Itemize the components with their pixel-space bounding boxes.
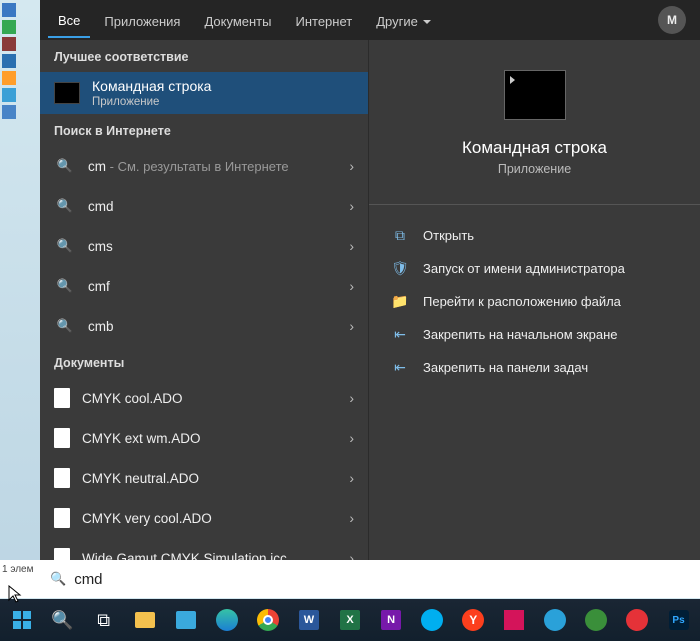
tab-more[interactable]: Другие bbox=[366, 4, 441, 37]
search-icon: 🔍 bbox=[54, 318, 76, 334]
pin-icon: ⇤ bbox=[391, 359, 409, 376]
chevron-right-icon: › bbox=[349, 390, 354, 406]
photoshop-icon[interactable]: Ps bbox=[661, 602, 696, 638]
web-item[interactable]: 🔍 cmb › bbox=[40, 306, 368, 346]
skype-icon[interactable] bbox=[415, 602, 450, 638]
section-best-match: Лучшее соответствие bbox=[40, 40, 368, 72]
tab-documents[interactable]: Документы bbox=[194, 4, 281, 37]
opera-icon[interactable] bbox=[620, 602, 655, 638]
preview-pane: Командная строка Приложение ⧉ Открыть 🛡 … bbox=[368, 40, 700, 560]
action-open[interactable]: ⧉ Открыть bbox=[389, 219, 680, 252]
search-icon: 🔍 bbox=[50, 571, 66, 587]
yandex-icon[interactable]: Y bbox=[456, 602, 491, 638]
word-icon[interactable]: W bbox=[291, 602, 326, 638]
admin-icon: 🛡 bbox=[391, 260, 409, 277]
best-match-item[interactable]: Командная строка Приложение bbox=[40, 72, 368, 114]
file-icon bbox=[54, 548, 70, 560]
section-documents: Документы bbox=[40, 346, 368, 378]
onenote-icon[interactable]: N bbox=[374, 602, 409, 638]
doc-item[interactable]: CMYK neutral.ADO › bbox=[40, 458, 368, 498]
web-item[interactable]: 🔍 cmf › bbox=[40, 266, 368, 306]
web-item[interactable]: 🔍 cm - См. результаты в Интернете › bbox=[40, 146, 368, 186]
search-icon: 🔍 bbox=[54, 278, 76, 294]
chevron-right-icon: › bbox=[349, 470, 354, 486]
preview-title: Командная строка bbox=[389, 138, 680, 158]
file-icon bbox=[54, 468, 70, 488]
pin-icon: ⇤ bbox=[391, 326, 409, 343]
doc-item[interactable]: Wide Gamut CMYK Simulation.icc › bbox=[40, 538, 368, 560]
chevron-right-icon: › bbox=[349, 510, 354, 526]
best-match-sub: Приложение bbox=[92, 96, 211, 108]
search-icon: 🔍 bbox=[54, 238, 76, 254]
taskbar: 🔍 ⧉ W X N Y Ps bbox=[0, 599, 700, 641]
edge-icon[interactable] bbox=[209, 602, 244, 638]
search-icon: 🔍 bbox=[54, 158, 76, 174]
tab-all[interactable]: Все bbox=[48, 3, 90, 38]
divider bbox=[369, 204, 700, 205]
store-icon[interactable] bbox=[168, 602, 203, 638]
action-pin-start[interactable]: ⇤ Закрепить на начальном экране bbox=[389, 318, 680, 351]
chevron-right-icon: › bbox=[349, 238, 354, 254]
tab-internet[interactable]: Интернет bbox=[285, 4, 362, 37]
cmd-icon bbox=[54, 82, 80, 104]
chevron-right-icon: › bbox=[349, 198, 354, 214]
file-icon bbox=[54, 428, 70, 448]
adobe-icon[interactable] bbox=[497, 602, 532, 638]
file-icon bbox=[54, 388, 70, 408]
search-input[interactable] bbox=[74, 571, 690, 588]
folder-icon: 📁 bbox=[391, 293, 409, 310]
excel-icon[interactable]: X bbox=[333, 602, 368, 638]
start-button[interactable] bbox=[4, 602, 39, 638]
action-run-admin[interactable]: 🛡 Запуск от имени администратора bbox=[389, 252, 680, 285]
taskview-icon[interactable]: ⧉ bbox=[86, 602, 121, 638]
chevron-right-icon: › bbox=[349, 158, 354, 174]
action-open-location[interactable]: 📁 Перейти к расположению файла bbox=[389, 285, 680, 318]
preview-cmd-icon bbox=[504, 70, 566, 120]
search-bar[interactable]: 🔍 bbox=[40, 560, 700, 598]
search-panel: Все Приложения Документы Интернет Другие… bbox=[40, 0, 700, 560]
taskbar-search-icon[interactable]: 🔍 bbox=[45, 602, 80, 638]
action-pin-taskbar[interactable]: ⇤ Закрепить на панели задач bbox=[389, 351, 680, 384]
doc-item[interactable]: CMYK ext wm.ADO › bbox=[40, 418, 368, 458]
chevron-right-icon: › bbox=[349, 318, 354, 334]
web-item[interactable]: 🔍 cmd › bbox=[40, 186, 368, 226]
doc-item[interactable]: CMYK cool.ADO › bbox=[40, 378, 368, 418]
preview-sub: Приложение bbox=[389, 162, 680, 176]
app-green-icon[interactable] bbox=[579, 602, 614, 638]
doc-item[interactable]: CMYK very cool.ADO › bbox=[40, 498, 368, 538]
tab-bar: Все Приложения Документы Интернет Другие… bbox=[40, 0, 700, 40]
desktop-edge bbox=[0, 0, 40, 597]
cursor-icon bbox=[8, 585, 22, 603]
results-list: Лучшее соответствие Командная строка При… bbox=[40, 40, 368, 560]
file-icon bbox=[54, 508, 70, 528]
open-icon: ⧉ bbox=[391, 227, 409, 244]
section-web: Поиск в Интернете bbox=[40, 114, 368, 146]
telegram-icon[interactable] bbox=[538, 602, 573, 638]
chevron-right-icon: › bbox=[349, 278, 354, 294]
chrome-icon[interactable] bbox=[250, 602, 285, 638]
web-item[interactable]: 🔍 cms › bbox=[40, 226, 368, 266]
best-match-title: Командная строка bbox=[92, 78, 211, 94]
search-icon: 🔍 bbox=[54, 198, 76, 214]
explorer-icon[interactable] bbox=[127, 602, 162, 638]
chevron-right-icon: › bbox=[349, 550, 354, 560]
avatar[interactable]: М bbox=[658, 6, 686, 34]
tab-apps[interactable]: Приложения bbox=[94, 4, 190, 37]
chevron-right-icon: › bbox=[349, 430, 354, 446]
